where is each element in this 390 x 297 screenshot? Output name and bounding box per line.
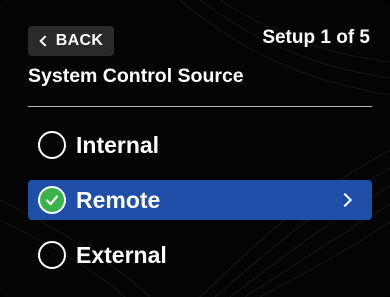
page-title: System Control Source (28, 65, 244, 87)
radio-icon (38, 241, 66, 269)
radio-icon (38, 131, 66, 159)
step-indicator: Setup 1 of 5 (262, 27, 370, 48)
option-label: Internal (76, 131, 160, 158)
option-label: Remote (76, 186, 161, 213)
option-internal[interactable]: Internal (28, 125, 372, 165)
setup-screen: BACK Setup 1 of 5 System Control Source … (0, 0, 390, 297)
back-button-label: BACK (55, 32, 104, 49)
check-icon (38, 186, 66, 214)
option-label: External (76, 241, 167, 268)
chevron-left-icon (39, 35, 51, 47)
chevron-right-icon (337, 192, 353, 208)
option-remote[interactable]: Remote (28, 180, 372, 220)
option-external[interactable]: External (28, 235, 372, 275)
back-button[interactable]: BACK (28, 26, 114, 56)
divider (28, 106, 372, 107)
